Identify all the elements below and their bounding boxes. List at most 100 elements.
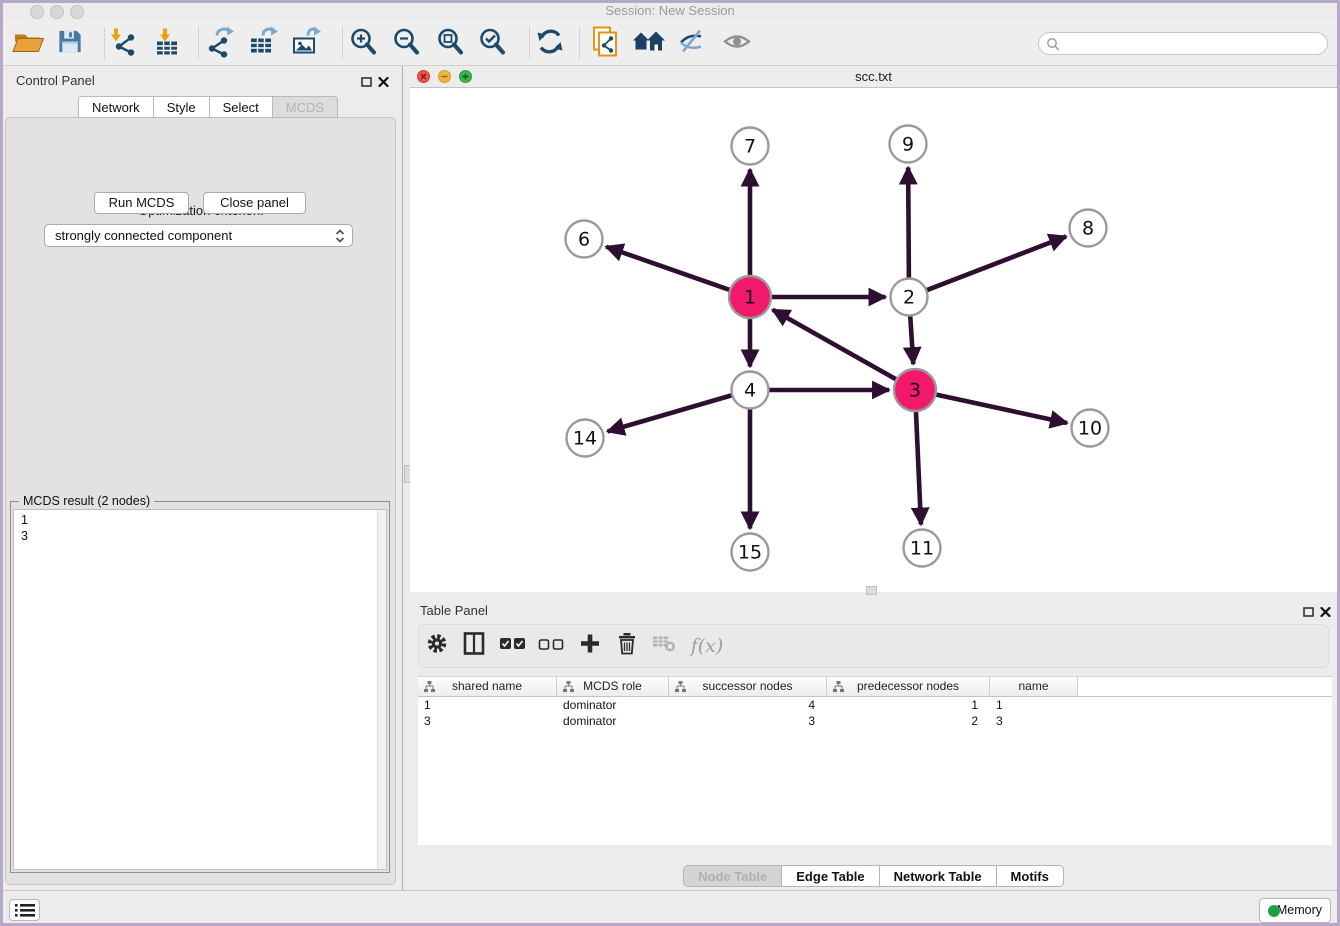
tab-network[interactable]: Network <box>78 96 154 118</box>
unselect-all-icon[interactable] <box>539 637 564 655</box>
column-header-name[interactable]: name <box>990 677 1078 696</box>
table-row[interactable]: 3dominator323 <box>418 713 1332 729</box>
table-cell[interactable]: 1 <box>418 697 557 713</box>
graph-node-label: 15 <box>738 542 762 564</box>
table-cell[interactable]: 4 <box>669 697 827 713</box>
column-header-successor-nodes[interactable]: successor nodes <box>669 677 827 696</box>
network-window-titlebar: scc.txt <box>410 66 1337 88</box>
column-header-shared-name[interactable]: shared name <box>418 677 557 696</box>
memory-button[interactable]: Memory <box>1259 898 1331 923</box>
table-panel-title: Table Panel <box>420 603 488 618</box>
table-cell[interactable]: dominator <box>557 713 669 729</box>
graph-node-6[interactable]: 6 <box>566 221 603 258</box>
table-row[interactable]: 1dominator411 <box>418 697 1332 713</box>
vertical-splitter[interactable] <box>402 66 410 890</box>
tab-mcds[interactable]: MCDS <box>273 96 338 118</box>
two-houses-icon[interactable] <box>632 27 666 60</box>
graph-edge-3-1[interactable] <box>773 310 898 380</box>
table-cell[interactable]: 1 <box>827 697 990 713</box>
toolbar-separator <box>342 28 343 60</box>
new-network-from-selection-icon[interactable] <box>590 24 622 63</box>
zoom-in-icon[interactable] <box>348 26 378 61</box>
columns-icon[interactable] <box>463 632 485 661</box>
import-network-icon[interactable] <box>107 26 137 61</box>
graph-node-2[interactable]: 2 <box>891 279 928 316</box>
tab-style[interactable]: Style <box>154 96 210 118</box>
function-builder-icon[interactable]: f(x) <box>691 635 724 657</box>
show-panels-menu-button[interactable] <box>9 899 40 921</box>
graph-node-8[interactable]: 8 <box>1070 210 1107 247</box>
run-mcds-button[interactable]: Run MCDS <box>94 192 189 214</box>
graph-edge-2-3[interactable] <box>910 314 913 364</box>
tab-motifs[interactable]: Motifs <box>997 865 1064 887</box>
optimization-dropdown-value: strongly connected component <box>55 228 232 243</box>
graph-node-label: 6 <box>578 229 590 251</box>
graph-edge-3-10[interactable] <box>935 394 1067 423</box>
graph-edge-2-8[interactable] <box>925 236 1066 290</box>
zoom-out-icon[interactable] <box>391 26 421 61</box>
column-header-predecessor-nodes[interactable]: predecessor nodes <box>827 677 990 696</box>
graph-edge-4-14[interactable] <box>608 395 734 432</box>
close-panel-icon[interactable] <box>1320 604 1331 622</box>
eye-slash-icon[interactable] <box>677 26 707 61</box>
import-table-icon[interactable] <box>152 26 182 61</box>
gear-icon[interactable] <box>426 633 448 660</box>
app-titlebar: Session: New Session <box>0 0 1340 20</box>
float-panel-icon[interactable] <box>1303 604 1314 622</box>
graph-node-15[interactable]: 15 <box>732 534 769 571</box>
open-folder-icon[interactable] <box>12 26 46 61</box>
graph-node-14[interactable]: 14 <box>567 420 604 457</box>
table-cell[interactable]: 3 <box>990 713 1078 729</box>
graph-node-7[interactable]: 7 <box>732 128 769 165</box>
add-row-icon[interactable] <box>580 634 600 659</box>
tab-select[interactable]: Select <box>210 96 273 118</box>
export-table-icon[interactable] <box>247 25 279 62</box>
table-toolbar: f(x) <box>418 624 1329 668</box>
tab-network-table[interactable]: Network Table <box>880 865 997 887</box>
refresh-icon[interactable] <box>535 26 565 61</box>
export-image-icon[interactable] <box>290 25 322 62</box>
control-panel-title: Control Panel <box>16 73 95 88</box>
graph-node-4[interactable]: 4 <box>732 372 769 409</box>
select-all-icon[interactable] <box>500 637 526 655</box>
graph-node-label: 10 <box>1078 418 1102 440</box>
zoom-selected-icon[interactable] <box>477 26 507 61</box>
toolbar-separator <box>104 28 105 60</box>
delete-table-icon[interactable] <box>652 635 676 658</box>
table-cell[interactable]: 1 <box>990 697 1078 713</box>
graph-node-3[interactable]: 3 <box>894 369 936 411</box>
tab-node-table[interactable]: Node Table <box>683 865 782 887</box>
tab-edge-table[interactable]: Edge Table <box>782 865 879 887</box>
scrollbar[interactable] <box>377 510 386 869</box>
table-cell[interactable]: dominator <box>557 697 669 713</box>
graph-edge-3-11[interactable] <box>916 410 921 525</box>
float-panel-icon[interactable] <box>361 74 372 92</box>
graph-node-1[interactable]: 1 <box>729 276 771 318</box>
close-panel-button[interactable]: Close panel <box>203 192 306 214</box>
graph-node-11[interactable]: 11 <box>904 530 941 567</box>
graph-node-9[interactable]: 9 <box>890 126 927 163</box>
network-graph[interactable]: 7 9 6 8 1 2 4 3 14 10 15 11 <box>410 88 1337 592</box>
trash-icon[interactable] <box>617 633 637 660</box>
search-icon <box>1046 37 1061 52</box>
graph-edge-2-9[interactable] <box>908 167 909 279</box>
mcds-result-list[interactable]: 13 <box>13 509 387 870</box>
table-cell[interactable]: 3 <box>669 713 827 729</box>
search-input[interactable] <box>1063 34 1322 55</box>
network-canvas[interactable]: 7 9 6 8 1 2 4 3 14 10 15 11 <box>410 88 1337 592</box>
app-title: Session: New Session <box>0 3 1340 18</box>
table-cell[interactable]: 3 <box>418 713 557 729</box>
save-icon[interactable] <box>57 28 84 60</box>
eye-icon[interactable] <box>721 26 753 61</box>
zoom-fit-icon[interactable] <box>435 26 465 61</box>
graph-node-10[interactable]: 10 <box>1072 410 1109 447</box>
optimization-dropdown[interactable]: strongly connected component <box>44 224 353 247</box>
close-panel-icon[interactable] <box>378 74 389 92</box>
toolbar-separator <box>529 28 530 60</box>
table-cell[interactable]: 2 <box>827 713 990 729</box>
graph-edge-1-6[interactable] <box>606 247 731 291</box>
column-header-MCDS-role[interactable]: MCDS role <box>557 677 669 696</box>
splitter-handle[interactable] <box>866 586 877 595</box>
export-network-icon[interactable] <box>204 25 236 62</box>
network-window: scc.txt 7 9 6 8 1 2 4 3 14 10 15 11 <box>410 66 1337 592</box>
